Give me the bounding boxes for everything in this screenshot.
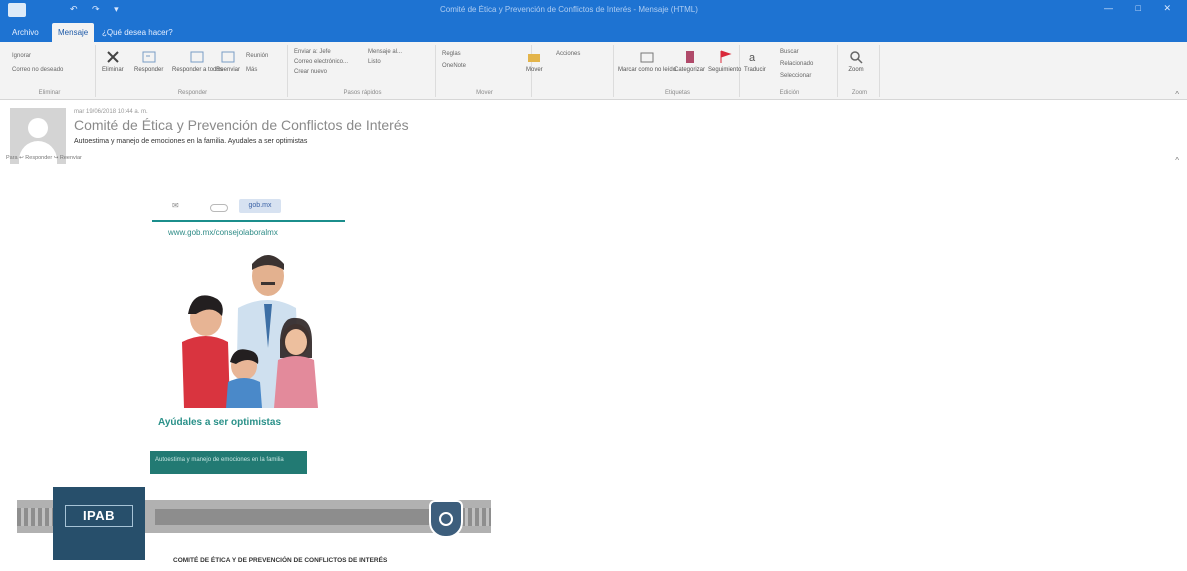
flag-icon xyxy=(720,50,732,63)
message-subject: Autoestima y manejo de emociones en la f… xyxy=(74,138,308,145)
quickstep-team[interactable]: Mensaje al... xyxy=(368,49,402,55)
related-button[interactable]: Relacionado xyxy=(780,61,813,67)
categorize-icon xyxy=(685,51,694,63)
move-label: Mover xyxy=(526,67,543,73)
translate-label: Traducir xyxy=(744,67,766,73)
article-link-button[interactable]: Autoestima y manejo de emociones en la f… xyxy=(150,451,307,474)
delete-icon xyxy=(107,51,119,63)
forward-button[interactable]: Reenviar xyxy=(216,49,240,73)
more-button[interactable]: Más xyxy=(246,67,257,73)
slogan: Ayúdales a ser optimistas xyxy=(158,417,282,428)
reply-all-icon xyxy=(190,51,204,63)
group-label-respond: Responder xyxy=(177,90,208,96)
reply-label: Responder xyxy=(134,67,164,73)
svg-text:a: a xyxy=(749,52,756,64)
ipab-logo: IPAB xyxy=(65,505,133,527)
quickstep-create[interactable]: Crear nuevo xyxy=(294,69,327,75)
ignore-button[interactable]: Ignorar xyxy=(12,53,31,59)
quickstep-done[interactable]: Listo xyxy=(368,59,381,65)
group-quick: Ignorar Correo no deseado Eliminar xyxy=(4,45,96,97)
group-quicksteps: Enviar a: Jefe Correo electrónico... Cre… xyxy=(290,45,436,97)
group-move: Reglas OneNote Mover xyxy=(438,45,532,97)
collapse-header-icon[interactable]: ^ xyxy=(1175,156,1179,165)
categorize-label: Categorizar xyxy=(674,67,706,73)
delete-button[interactable]: Eliminar xyxy=(102,49,124,73)
translate-button[interactable]: a Traducir xyxy=(744,49,766,73)
tab-mensaje[interactable]: Mensaje xyxy=(52,23,95,42)
mark-unread-label: Marcar como no leído xyxy=(618,67,677,73)
followup-button[interactable]: Seguimiento xyxy=(708,49,741,73)
message-date: mar 19/06/2018 10:44 a. m. xyxy=(74,109,148,115)
delete-label: Eliminar xyxy=(102,67,124,73)
group-edit: a Traducir Buscar Relacionado Selecciona… xyxy=(742,45,838,97)
forward-icon xyxy=(221,51,235,63)
move-button[interactable]: Mover xyxy=(526,49,543,73)
ipab-logo-box: IPAB xyxy=(53,487,145,560)
title-bar: ↶ ↷ ▾ Comité de Ética y Prevención de Co… xyxy=(0,0,1187,20)
group-label-zoom: Zoom xyxy=(851,90,868,96)
zoom-label: Zoom xyxy=(848,67,864,73)
shield-icon xyxy=(429,500,463,538)
website-link[interactable]: www.gob.mx/consejolaboralmx xyxy=(168,228,278,237)
reply-icon xyxy=(142,51,156,63)
gob-badge: gob.mx xyxy=(239,199,281,213)
quickstep-email[interactable]: Correo electrónico... xyxy=(294,59,348,65)
group-label-move: Mover xyxy=(476,90,493,96)
window-title: Comité de Ética y Prevención de Conflict… xyxy=(440,5,698,14)
group-label-quicksteps: Pasos rápidos xyxy=(343,90,382,96)
collapse-ribbon-icon[interactable]: ^ xyxy=(1175,90,1179,99)
group-label-quick: Eliminar xyxy=(38,90,61,96)
junk-button[interactable]: Correo no deseado xyxy=(12,67,63,73)
folder-icon xyxy=(528,54,541,62)
envelope-icon xyxy=(640,52,654,63)
onenote-button[interactable]: OneNote xyxy=(442,63,466,69)
forward-label: Reenviar xyxy=(216,67,241,73)
find-button[interactable]: Buscar xyxy=(780,49,799,55)
group-label-edit: Edición xyxy=(779,90,800,96)
group-zoom: Zoom Zoom xyxy=(840,45,880,97)
categorize-button[interactable]: Categorizar xyxy=(674,49,705,73)
group-label-tags: Etiquetas xyxy=(664,90,691,96)
tab-archivo[interactable]: Archivo xyxy=(6,23,45,42)
quick-access-toolbar[interactable]: ↶ ↷ ▾ xyxy=(70,4,125,15)
mark-unread-button[interactable]: Marcar como no leído xyxy=(618,49,676,73)
zoom-button[interactable]: Zoom xyxy=(848,49,864,73)
sender-name[interactable]: Comité de Ética y Prevención de Conflict… xyxy=(74,117,409,133)
window-controls[interactable]: — □ ✕ xyxy=(1104,3,1181,14)
rules-button[interactable]: Reglas xyxy=(442,51,461,57)
select-button[interactable]: Seleccionar xyxy=(780,73,811,79)
group-move-2: Mover Acciones xyxy=(522,45,614,97)
family-illustration xyxy=(182,255,318,408)
ribbon-tabs: Archivo Mensaje ¿Qué desea hacer? xyxy=(0,20,1187,42)
followup-label: Seguimiento xyxy=(708,67,742,73)
actions-button[interactable]: Acciones xyxy=(556,51,580,57)
translate-icon: a xyxy=(749,52,756,64)
email-body: ✉ gob.mx www.gob.mx/consejolaboralmx Ayú… xyxy=(0,170,1187,571)
divider xyxy=(152,220,345,222)
committee-name: COMITÉ DE ÉTICA Y DE PREVENCIÓN DE CONFL… xyxy=(173,557,388,564)
cloud-icon xyxy=(210,204,228,212)
quickstep-to-boss[interactable]: Enviar a: Jefe xyxy=(294,49,331,55)
meeting-button[interactable]: Reunión xyxy=(246,53,268,59)
message-actions[interactable]: Para ↩ Responder ↪ Reenviar xyxy=(6,155,82,161)
outlook-app-icon[interactable] xyxy=(8,3,26,17)
group-tags: Marcar como no leído Categorizar Seguimi… xyxy=(616,45,741,97)
magnifier-icon xyxy=(850,51,863,64)
banner-strip: ✉ gob.mx xyxy=(152,194,344,218)
reply-button[interactable]: Responder xyxy=(134,49,163,73)
ribbon: Ignorar Correo no deseado Eliminar Elimi… xyxy=(0,42,1187,100)
message-header: mar 19/06/2018 10:44 a. m. Comité de Éti… xyxy=(0,100,1187,170)
group-respond: Eliminar Responder Responder a todos Ree… xyxy=(98,45,288,97)
share-icon: ✉ xyxy=(172,201,179,210)
tab-tell-me[interactable]: ¿Qué desea hacer? xyxy=(96,23,179,42)
